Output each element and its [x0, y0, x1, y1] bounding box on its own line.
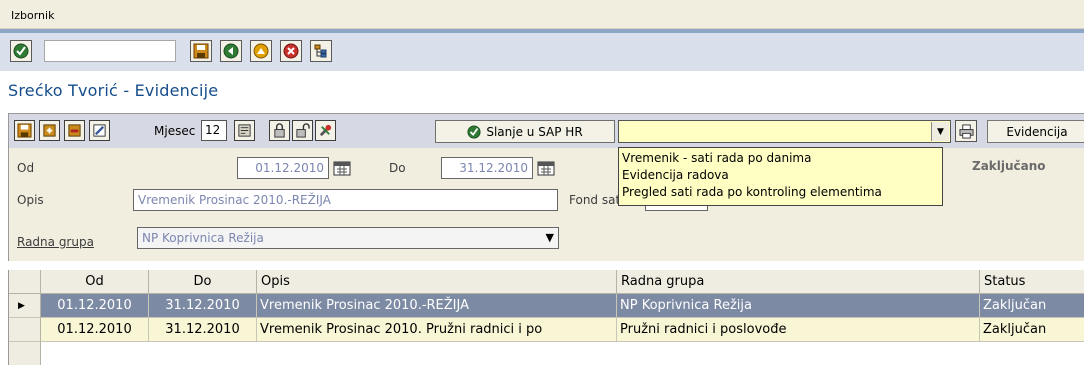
- cell-do[interactable]: 31.12.2010: [149, 294, 257, 318]
- new-entry-button[interactable]: [39, 120, 60, 141]
- column-header-do[interactable]: Do: [149, 270, 257, 294]
- report-select-dropdown: Vremenik - sati rada po danima Evidencij…: [618, 147, 943, 206]
- calendar-icon[interactable]: [333, 160, 351, 176]
- table-row[interactable]: 01.12.2010 31.12.2010 Vremenik Prosinac …: [9, 318, 1084, 342]
- column-header-radna-grupa[interactable]: Radna grupa: [617, 270, 980, 294]
- calendar-copy-button[interactable]: [234, 120, 255, 141]
- delete-document-icon: [68, 124, 81, 137]
- copy-icon: [238, 124, 251, 137]
- back-icon: [223, 43, 239, 59]
- page-title: Srećko Tvorić - Evidencije: [8, 81, 219, 100]
- check-icon: [467, 124, 481, 139]
- unlock-icon: [296, 123, 310, 138]
- delete-entry-button[interactable]: [64, 120, 85, 141]
- dropdown-option[interactable]: Vremenik - sati rada po danima: [622, 150, 939, 167]
- cell-opis[interactable]: Vremenik Prosinac 2010. Pružni radnici i…: [257, 318, 617, 342]
- tree-button[interactable]: [310, 40, 332, 62]
- row-selector-header[interactable]: [9, 270, 41, 294]
- exit-icon: [253, 43, 269, 59]
- calendar-icon[interactable]: [537, 160, 555, 176]
- menu-bar: Izbornik: [0, 0, 1084, 29]
- column-header-od[interactable]: Od: [41, 270, 149, 294]
- chevron-down-icon[interactable]: ▼: [546, 228, 554, 248]
- records-table: Od Do Opis Radna grupa Status ▶ 01.12.20…: [8, 270, 1084, 365]
- chevron-down-icon[interactable]: ▼: [931, 122, 949, 141]
- printer-icon: [958, 123, 974, 139]
- mjesec-label: Mjesec: [154, 124, 196, 138]
- edit-button[interactable]: [89, 120, 110, 141]
- opis-field[interactable]: Vremenik Prosinac 2010.-REŽIJA: [133, 189, 558, 211]
- exit-button[interactable]: [250, 40, 272, 62]
- od-label: Od: [17, 161, 35, 175]
- save-icon: [17, 123, 32, 138]
- row-selector[interactable]: [9, 318, 41, 342]
- do-date-field[interactable]: 31.12.2010: [441, 157, 533, 179]
- radna-grupa-label: Radna grupa: [17, 235, 94, 249]
- save-button[interactable]: [14, 120, 35, 141]
- row-selector-empty: [9, 342, 41, 365]
- fond-sati-label: Fond sati: [569, 193, 624, 207]
- cell-od[interactable]: 01.12.2010: [41, 294, 149, 318]
- do-label: Do: [389, 161, 406, 175]
- application-toolbar: Mjesec 12 Slanje u SAP HR ▼ Evidencija: [8, 113, 1084, 148]
- tree-icon: [314, 44, 327, 58]
- radna-grupa-value: NP Koprivnica Režija: [142, 231, 264, 245]
- dropdown-option[interactable]: Evidencija radova: [622, 167, 939, 184]
- back-button[interactable]: [220, 40, 242, 62]
- cell-opis[interactable]: Vremenik Prosinac 2010.-REŽIJA: [257, 294, 617, 318]
- pencil-icon: [93, 124, 106, 137]
- send-to-sap-hr-button[interactable]: Slanje u SAP HR: [435, 120, 615, 143]
- table-header: Od Do Opis Radna grupa Status: [9, 270, 1084, 294]
- cancel-icon: [283, 43, 299, 59]
- cell-status[interactable]: Zaključan: [980, 294, 1084, 318]
- dropdown-option[interactable]: Pregled sati rada po kontroling elementi…: [622, 184, 939, 201]
- row-pointer-icon[interactable]: ▶: [9, 294, 41, 318]
- lock-icon: [274, 123, 285, 138]
- tools-icon: [319, 124, 332, 137]
- save-icon: [193, 43, 209, 59]
- new-document-icon: [43, 124, 56, 137]
- status-locked-label: Zaključano: [972, 159, 1046, 173]
- table-empty-area: [9, 342, 1084, 365]
- menu-izbornik[interactable]: Izbornik: [11, 9, 54, 22]
- cell-od[interactable]: 01.12.2010: [41, 318, 149, 342]
- report-select[interactable]: ▼: [618, 120, 951, 143]
- unlock-button[interactable]: [292, 120, 313, 141]
- od-date-field[interactable]: 01.12.2010: [237, 157, 329, 179]
- cell-status[interactable]: Zaključan: [980, 318, 1084, 342]
- enter-button[interactable]: [10, 40, 32, 62]
- table-row[interactable]: ▶ 01.12.2010 31.12.2010 Vremenik Prosina…: [9, 294, 1084, 318]
- send-to-sap-hr-label: Slanje u SAP HR: [486, 124, 583, 139]
- check-icon: [13, 43, 29, 59]
- cell-radna-grupa[interactable]: NP Koprivnica Režija: [617, 294, 980, 318]
- cell-radna-grupa[interactable]: Pružni radnici i poslovođe: [617, 318, 980, 342]
- column-header-opis[interactable]: Opis: [257, 270, 617, 294]
- settings-button[interactable]: [315, 120, 336, 141]
- lock-button[interactable]: [269, 120, 290, 141]
- radna-grupa-select[interactable]: NP Koprivnica Režija ▼: [137, 227, 559, 249]
- command-field[interactable]: [44, 40, 176, 62]
- column-header-status[interactable]: Status: [980, 270, 1084, 294]
- standard-toolbar: [0, 33, 1084, 71]
- mjesec-input[interactable]: 12: [201, 120, 227, 141]
- cell-do[interactable]: 31.12.2010: [149, 318, 257, 342]
- evidencija-button[interactable]: Evidencija: [987, 120, 1084, 143]
- print-button[interactable]: [955, 120, 977, 142]
- cancel-button[interactable]: [280, 40, 302, 62]
- save-button[interactable]: [190, 40, 212, 62]
- opis-label: Opis: [17, 193, 44, 207]
